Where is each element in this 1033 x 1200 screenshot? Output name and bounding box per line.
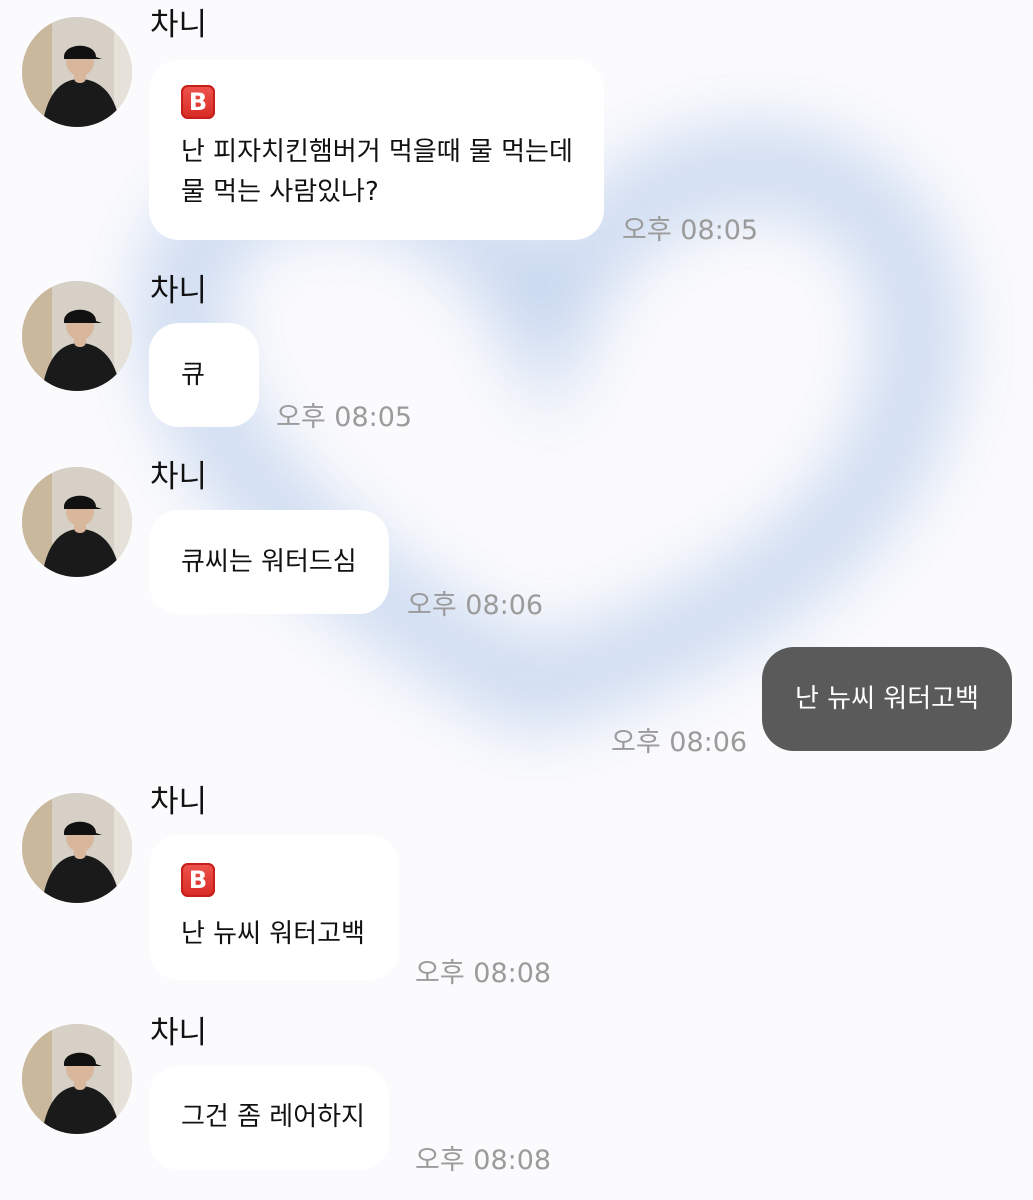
timestamp: 오후 08:06 (611, 727, 748, 758)
b-button-icon: B (181, 85, 215, 119)
avatar[interactable] (22, 467, 132, 577)
timestamp: 오후 08:08 (415, 1145, 552, 1176)
message-bubble[interactable]: B 난 뉴씨 워터고백 (149, 835, 399, 980)
outgoing-message-bubble[interactable]: 난 뉴씨 워터고백 (762, 647, 1012, 751)
message-text: 난 뉴씨 워터고백 (181, 919, 365, 949)
timestamp: 오후 08:05 (622, 215, 759, 246)
message-text: 물 먹는 사람있나? (181, 177, 379, 207)
message-text: 큐씨는 워터드심 (181, 547, 357, 577)
message-bubble[interactable]: 큐 (149, 323, 259, 427)
avatar[interactable] (22, 793, 132, 903)
timestamp: 오후 08:06 (407, 590, 544, 621)
message-text: 큐 (181, 360, 205, 390)
timestamp: 오후 08:05 (276, 402, 413, 433)
sender-name: 차니 (150, 7, 208, 43)
message-bubble[interactable]: 그건 좀 레어하지 (149, 1066, 389, 1170)
avatar[interactable] (22, 1024, 132, 1134)
message-text: 난 피자치킨햄버거 먹을때 물 먹는데 (181, 137, 573, 167)
message-bubble[interactable]: 큐씨는 워터드심 (149, 510, 389, 614)
sender-name: 차니 (150, 459, 208, 495)
sender-name: 차니 (150, 784, 208, 820)
b-button-icon: B (181, 863, 215, 897)
sender-name: 차니 (150, 273, 208, 309)
message-bubble[interactable]: B 난 피자치킨햄버거 먹을때 물 먹는데 물 먹는 사람있나? (149, 60, 604, 240)
avatar[interactable] (22, 281, 132, 391)
sender-name: 차니 (150, 1015, 208, 1051)
timestamp: 오후 08:08 (415, 958, 552, 989)
avatar[interactable] (22, 17, 132, 127)
message-text: 그건 좀 레어하지 (181, 1102, 365, 1132)
